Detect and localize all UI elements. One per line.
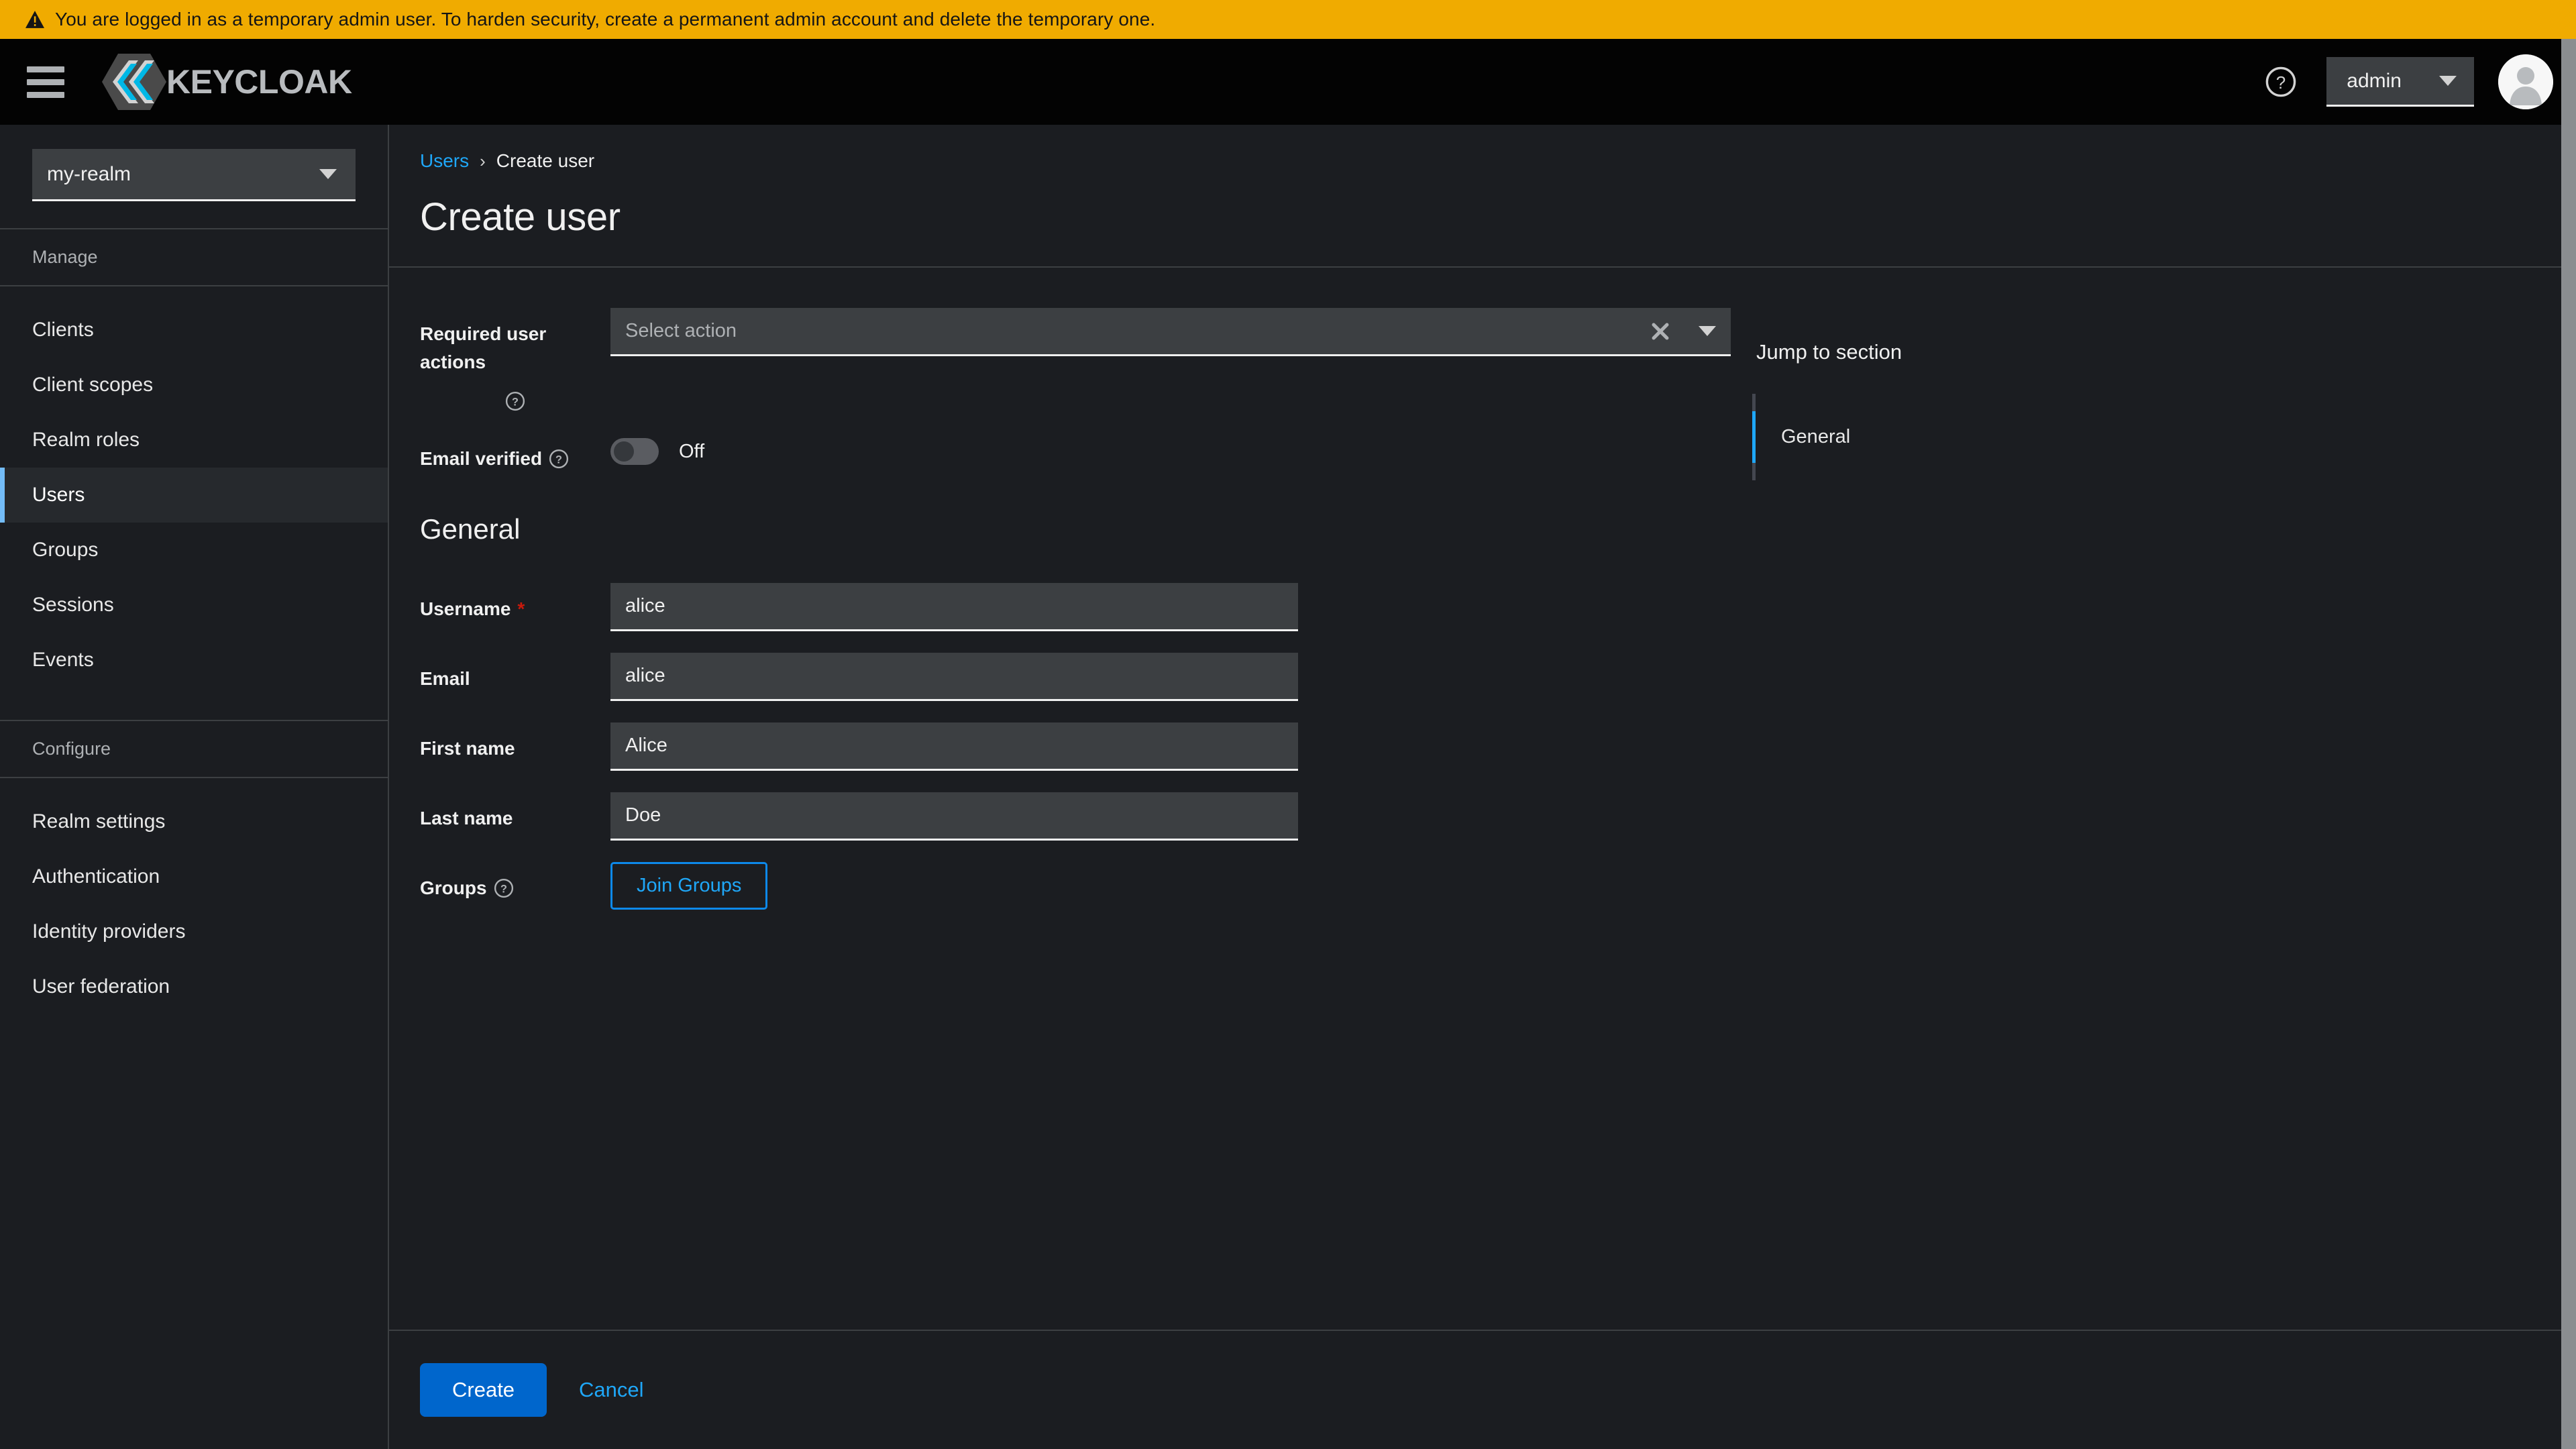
label-text: Last name	[420, 808, 513, 828]
nav-group-title-manage: Manage	[32, 247, 98, 267]
label-text: Required user actions	[420, 323, 547, 372]
section-title-general: General	[420, 513, 521, 545]
cancel-button[interactable]: Cancel	[561, 1363, 661, 1417]
svg-text:?: ?	[512, 396, 519, 408]
svg-text:?: ?	[2276, 72, 2286, 93]
sidebar-item-realm-roles[interactable]: Realm roles	[0, 413, 388, 468]
breadcrumb: Users › Create user	[420, 150, 2576, 172]
label-first-name: First name	[389, 722, 610, 763]
svg-text:?: ?	[555, 453, 562, 466]
first-name-input[interactable]	[610, 722, 1298, 771]
question-circle-icon[interactable]: ?	[549, 449, 569, 469]
last-name-input[interactable]	[610, 792, 1298, 841]
sidebar-item-user-federation[interactable]: User federation	[0, 959, 388, 1014]
caret-down-icon[interactable]	[1699, 326, 1716, 336]
form-row-groups: Groups ? Join Groups	[389, 862, 1731, 910]
user-menu-label: admin	[2347, 69, 2402, 92]
label-required-user-actions: Required user actions ?	[389, 308, 610, 411]
email-verified-toggle[interactable]	[610, 438, 659, 465]
temporary-admin-warning-banner: You are logged in as a temporary admin u…	[0, 0, 2576, 39]
form-row-email: Email	[389, 653, 1731, 701]
chevron-right-icon: ›	[480, 150, 486, 171]
masthead-actions: ? admin	[2259, 54, 2553, 109]
sidebar-navigation: my-realm Manage Clients Client scopes Re…	[0, 125, 389, 1449]
warning-triangle-icon	[25, 11, 44, 28]
page-title: Create user	[420, 195, 621, 239]
sidebar-item-sessions[interactable]: Sessions	[0, 578, 388, 633]
brand-link[interactable]: KEYCLOAK	[99, 51, 352, 113]
nav-items-manage: Clients Client scopes Realm roles Users …	[0, 286, 388, 688]
breadcrumb-current: Create user	[496, 150, 595, 171]
email-verified-control: Off	[610, 433, 704, 465]
question-circle-icon[interactable]: ?	[420, 391, 610, 411]
email-input[interactable]	[610, 653, 1298, 701]
label-text: Email	[420, 668, 470, 689]
username-input[interactable]	[610, 583, 1298, 631]
create-user-form: Required user actions ? Select action Em…	[389, 268, 2576, 1330]
jump-to-section-panel: Jump to section General	[1752, 308, 1902, 1330]
form-row-email-verified: Email verified ? Off	[389, 433, 1731, 473]
sidebar-item-realm-settings[interactable]: Realm settings	[0, 794, 388, 849]
form-row-username: Username *	[389, 583, 1731, 631]
page-scrollbar[interactable]	[2561, 39, 2576, 1449]
banner-text: You are logged in as a temporary admin u…	[55, 9, 1156, 30]
form-row-required-user-actions: Required user actions ? Select action	[389, 308, 1731, 411]
realm-selector-wrapper: my-realm	[0, 125, 388, 228]
form-fields-column: Required user actions ? Select action Em…	[389, 308, 1731, 1330]
realm-selector-value: my-realm	[47, 162, 131, 185]
label-text: Email verified	[420, 448, 543, 469]
label-last-name: Last name	[389, 792, 610, 833]
form-row-first-name: First name	[389, 722, 1731, 771]
keycloak-logo-icon	[99, 51, 169, 113]
masthead: KEYCLOAK ? admin	[0, 39, 2576, 125]
form-row-last-name: Last name	[389, 792, 1731, 841]
select-placeholder: Select action	[625, 320, 737, 341]
nav-group-title-configure: Configure	[32, 739, 111, 759]
page-body: my-realm Manage Clients Client scopes Re…	[0, 125, 2576, 1449]
realm-selector-button[interactable]: my-realm	[32, 149, 356, 201]
question-circle-icon[interactable]: ?	[494, 878, 514, 898]
label-text: First name	[420, 738, 515, 759]
sidebar-item-identity-providers[interactable]: Identity providers	[0, 904, 388, 959]
nav-items-configure: Realm settings Authentication Identity p…	[0, 778, 388, 1014]
email-verified-state-label: Off	[679, 440, 705, 462]
page-header: Users › Create user Create user	[389, 125, 2576, 268]
join-groups-button[interactable]: Join Groups	[610, 862, 768, 910]
sidebar-item-client-scopes[interactable]: Client scopes	[0, 358, 388, 413]
label-username: Username *	[389, 583, 610, 623]
required-asterisk: *	[517, 598, 525, 619]
question-circle-icon[interactable]: ?	[2259, 60, 2302, 103]
caret-down-icon	[2439, 76, 2457, 86]
main-content: Users › Create user Create user Required…	[389, 125, 2576, 1449]
sidebar-item-authentication[interactable]: Authentication	[0, 849, 388, 904]
label-email: Email	[389, 653, 610, 693]
create-button[interactable]: Create	[420, 1363, 547, 1417]
times-icon[interactable]	[1646, 317, 1674, 345]
label-text: Groups	[420, 877, 487, 898]
sidebar-item-users[interactable]: Users	[0, 468, 388, 523]
jump-to-section-item-general[interactable]: General	[1752, 411, 1902, 463]
sidebar-item-groups[interactable]: Groups	[0, 523, 388, 578]
label-groups: Groups ?	[389, 862, 610, 902]
toggle-knob	[614, 441, 634, 462]
keycloak-admin-console: You are logged in as a temporary admin u…	[0, 0, 2576, 1449]
hamburger-menu-icon[interactable]	[27, 62, 67, 102]
brand-name: KEYCLOAK	[166, 63, 352, 101]
label-email-verified: Email verified ?	[389, 433, 610, 473]
caret-down-icon	[319, 169, 337, 179]
user-avatar-icon[interactable]	[2498, 54, 2553, 109]
jump-to-section-list: General	[1752, 394, 1902, 480]
user-menu-button[interactable]: admin	[2326, 57, 2474, 107]
label-text: Username	[420, 598, 511, 619]
sidebar-item-events[interactable]: Events	[0, 633, 388, 688]
breadcrumb-link-users[interactable]: Users	[420, 150, 469, 172]
sidebar-item-clients[interactable]: Clients	[0, 303, 388, 358]
required-user-actions-select[interactable]: Select action	[610, 308, 1731, 356]
form-action-bar: Create Cancel	[389, 1330, 2576, 1449]
svg-text:?: ?	[500, 883, 507, 895]
jump-to-section-title: Jump to section	[1756, 340, 1902, 364]
